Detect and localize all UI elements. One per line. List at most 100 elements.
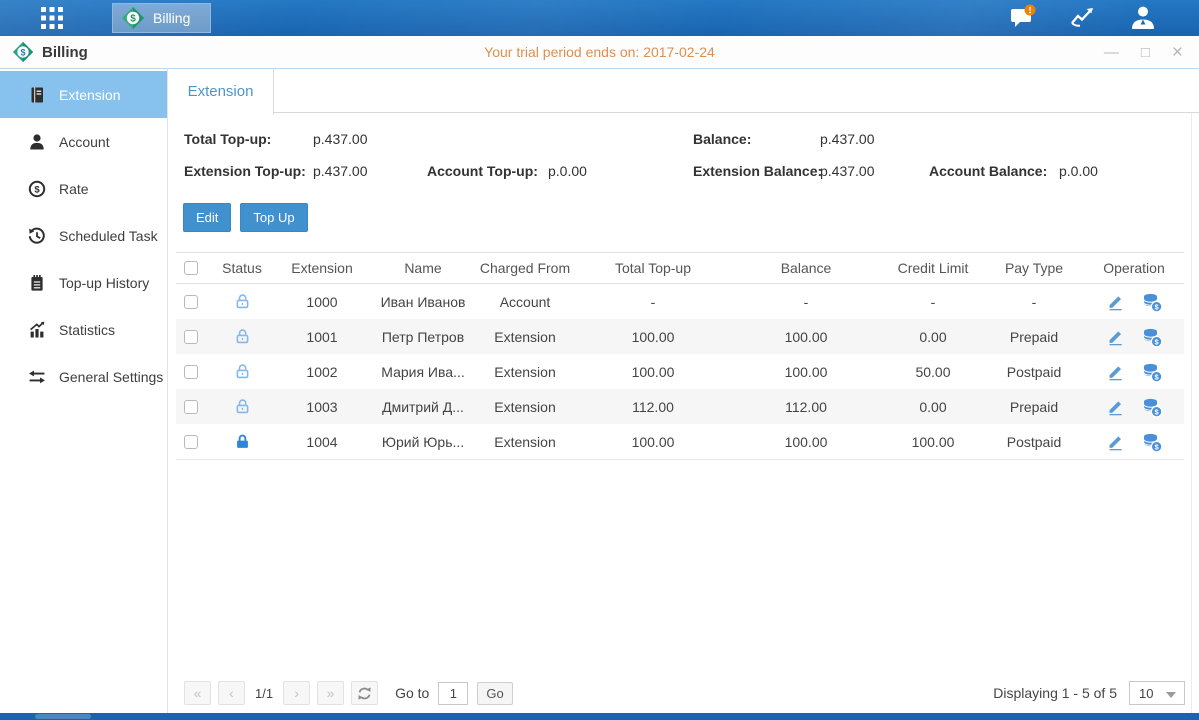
col-charged-from: Charged From: [474, 260, 576, 276]
status-cell: [212, 293, 272, 310]
col-status: Status: [212, 260, 272, 276]
extension-name: Мария Ива...: [372, 364, 474, 380]
extension-topup-value: p.437.00: [313, 163, 368, 179]
apps-grid-icon[interactable]: [36, 4, 68, 32]
user-button[interactable]: [1127, 3, 1159, 33]
sidebar-item-statistics[interactable]: Statistics: [0, 306, 167, 353]
sidebar-item-label: Scheduled Task: [59, 228, 158, 244]
col-name: Name: [372, 260, 474, 276]
pay-type: Prepaid: [984, 329, 1084, 345]
edit-icon[interactable]: [1106, 292, 1125, 311]
status-cell: [212, 398, 272, 415]
general-settings-sliders-icon: [28, 368, 46, 386]
displaying-text: Displaying 1 - 5 of 5: [993, 685, 1117, 701]
charged-from: Extension: [474, 364, 576, 380]
edit-icon[interactable]: [1106, 327, 1125, 346]
balance: -: [730, 294, 882, 310]
trial-notice: Your trial period ends on: 2017-02-24: [0, 44, 1199, 60]
credit-limit: 50.00: [882, 364, 984, 380]
chat-notification-icon: [1008, 3, 1038, 33]
topup-icon[interactable]: $: [1141, 361, 1163, 383]
total-topup: 112.00: [576, 399, 730, 415]
prev-page-button[interactable]: ‹: [218, 681, 245, 705]
sidebar-item-extension[interactable]: Extension: [0, 71, 167, 118]
total-topup: 100.00: [576, 329, 730, 345]
sidebar-item-rate[interactable]: $ Rate: [0, 165, 167, 212]
col-pay-type: Pay Type: [984, 260, 1084, 276]
extension-table: Status Extension Name Charged From Total…: [176, 252, 1184, 460]
taskbar-app-label: Billing: [153, 10, 190, 26]
account-person-icon: [28, 133, 46, 151]
sidebar-item-topup-history[interactable]: Top-up History: [0, 259, 167, 306]
svg-text:$: $: [130, 14, 136, 25]
summary-section: Total Top-up: p.437.00 Balance: p.437.00…: [168, 121, 1199, 199]
maximize-icon[interactable]: □: [1141, 45, 1150, 60]
svg-text:$: $: [34, 184, 40, 195]
goto-label: Go to: [395, 685, 429, 701]
col-operation: Operation: [1084, 260, 1184, 276]
table-row: 1002 Мария Ива... Extension 100.00 100.0…: [176, 354, 1184, 389]
last-page-button[interactable]: »: [317, 681, 344, 705]
credit-limit: 0.00: [882, 329, 984, 345]
window-titlebar: Your trial period ends on: 2017-02-24 $ …: [0, 36, 1199, 69]
row-checkbox[interactable]: [184, 365, 198, 379]
charged-from: Extension: [474, 399, 576, 415]
extension-book-icon: [28, 86, 46, 104]
status-cell: [212, 363, 272, 380]
sidebar-item-label: Top-up History: [59, 275, 149, 291]
svg-text:$: $: [20, 47, 25, 57]
topup-icon[interactable]: $: [1141, 326, 1163, 348]
next-page-button[interactable]: ›: [283, 681, 310, 705]
table-row: 1000 Иван Иванов Account - - - - $: [176, 284, 1184, 319]
extension-number: 1002: [272, 364, 372, 380]
pay-type: Prepaid: [984, 399, 1084, 415]
table-body: 1000 Иван Иванов Account - - - - $: [176, 284, 1184, 460]
person-icon: [1128, 3, 1158, 33]
statistics-chart-icon: [28, 321, 46, 339]
refresh-button[interactable]: [351, 681, 378, 705]
edit-button[interactable]: Edit: [183, 203, 231, 232]
first-page-button[interactable]: «: [184, 681, 211, 705]
monitor-button[interactable]: [1067, 3, 1099, 33]
edit-icon[interactable]: [1106, 432, 1125, 451]
sidebar-item-account[interactable]: Account: [0, 118, 167, 165]
charged-from: Extension: [474, 329, 576, 345]
sidebar-item-general-settings[interactable]: General Settings: [0, 353, 167, 400]
edit-icon[interactable]: [1106, 397, 1125, 416]
row-checkbox[interactable]: [184, 330, 198, 344]
goto-page-input[interactable]: [438, 682, 468, 705]
taskbar-app-billing[interactable]: $ Billing: [112, 3, 211, 33]
sidebar-item-label: Statistics: [59, 322, 115, 338]
minimize-icon[interactable]: —: [1104, 45, 1119, 60]
credit-limit: -: [882, 294, 984, 310]
select-all-checkbox[interactable]: [184, 261, 198, 275]
balance: 100.00: [730, 364, 882, 380]
topup-icon[interactable]: $: [1141, 431, 1163, 453]
topup-icon[interactable]: $: [1141, 291, 1163, 313]
notifications-button[interactable]: [1007, 3, 1039, 33]
total-topup: 100.00: [576, 434, 730, 450]
close-icon[interactable]: ×: [1172, 43, 1183, 62]
page-size-select[interactable]: 10: [1129, 681, 1185, 705]
pay-type: -: [984, 294, 1084, 310]
topup-icon[interactable]: $: [1141, 396, 1163, 418]
extension-name: Дмитрий Д...: [372, 399, 474, 415]
sidebar-item-scheduled-task[interactable]: Scheduled Task: [0, 212, 167, 259]
go-button[interactable]: Go: [477, 682, 512, 705]
row-checkbox[interactable]: [184, 435, 198, 449]
edit-icon[interactable]: [1106, 362, 1125, 381]
table-row: 1004 Юрий Юрь... Extension 100.00 100.00…: [176, 424, 1184, 459]
col-total-topup: Total Top-up: [576, 260, 730, 276]
tab-extension[interactable]: Extension: [168, 69, 274, 114]
extension-number: 1000: [272, 294, 372, 310]
status-cell: [212, 433, 272, 450]
extension-number: 1003: [272, 399, 372, 415]
total-topup: -: [576, 294, 730, 310]
account-topup-value: p.0.00: [548, 163, 587, 179]
top-up-button[interactable]: Top Up: [240, 203, 307, 232]
sidebar-item-label: Account: [59, 134, 110, 150]
row-checkbox[interactable]: [184, 295, 198, 309]
extension-number: 1001: [272, 329, 372, 345]
row-checkbox[interactable]: [184, 400, 198, 414]
total-topup-label: Total Top-up:: [184, 131, 271, 147]
